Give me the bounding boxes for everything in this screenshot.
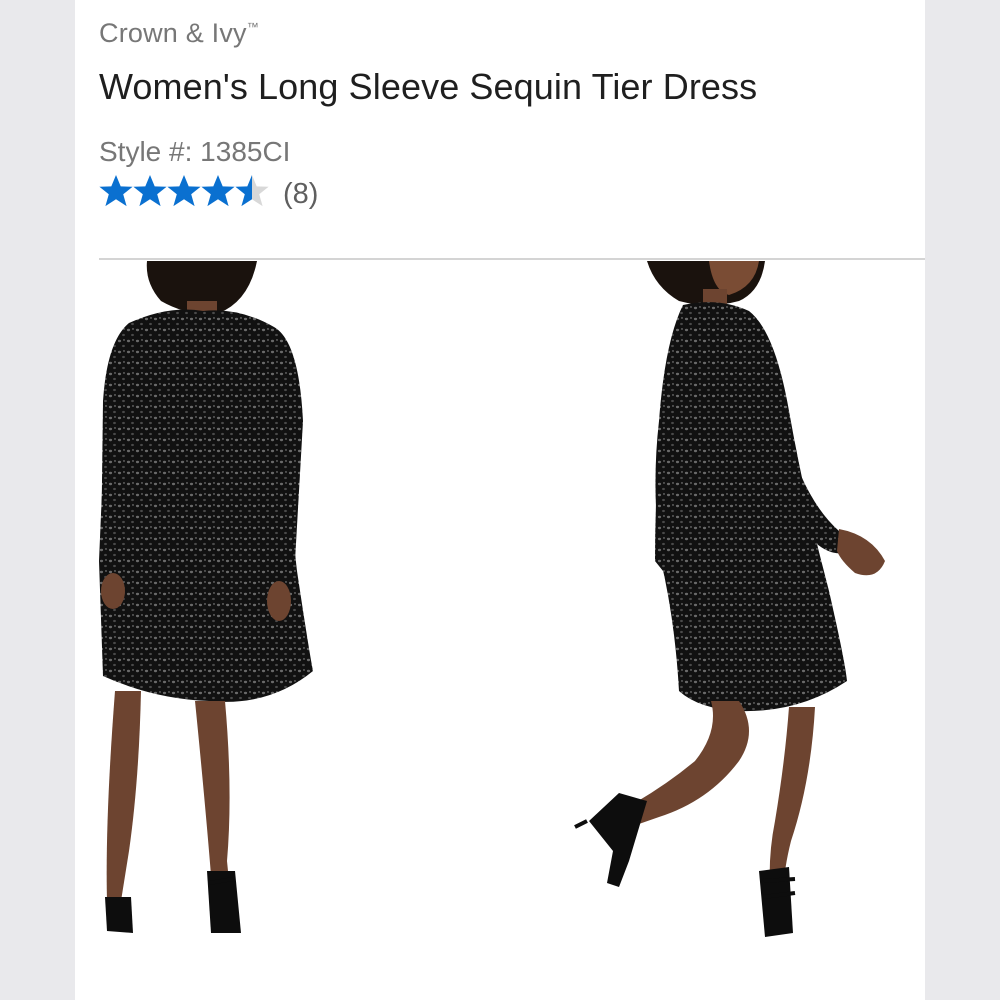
style-label: Style #:	[99, 136, 201, 167]
divider	[99, 258, 925, 260]
star-icon	[133, 175, 167, 207]
brand-name[interactable]: Crown & Ivy™	[99, 18, 259, 49]
product-image-gallery[interactable]	[99, 261, 925, 953]
back-view-photo[interactable]	[99, 261, 313, 933]
product-photos	[99, 261, 885, 937]
star-rating	[99, 174, 269, 214]
product-title: Women's Long Sleeve Sequin Tier Dress	[99, 66, 758, 107]
star-icon	[201, 175, 235, 207]
trademark-mark: ™	[246, 20, 259, 34]
style-number: 1385CI	[200, 136, 291, 167]
product-page: Crown & Ivy™ Women's Long Sleeve Sequin …	[75, 0, 925, 1000]
brand-label: Crown & Ivy	[99, 18, 247, 48]
style-number-row: Style #: 1385CI	[99, 136, 290, 168]
side-view-photo[interactable]	[574, 261, 885, 937]
star-icon	[167, 175, 201, 207]
star-icon	[99, 175, 133, 207]
star-icon	[235, 175, 269, 207]
review-count-link[interactable]: (8)	[283, 178, 318, 211]
rating-row[interactable]: (8)	[99, 172, 318, 216]
